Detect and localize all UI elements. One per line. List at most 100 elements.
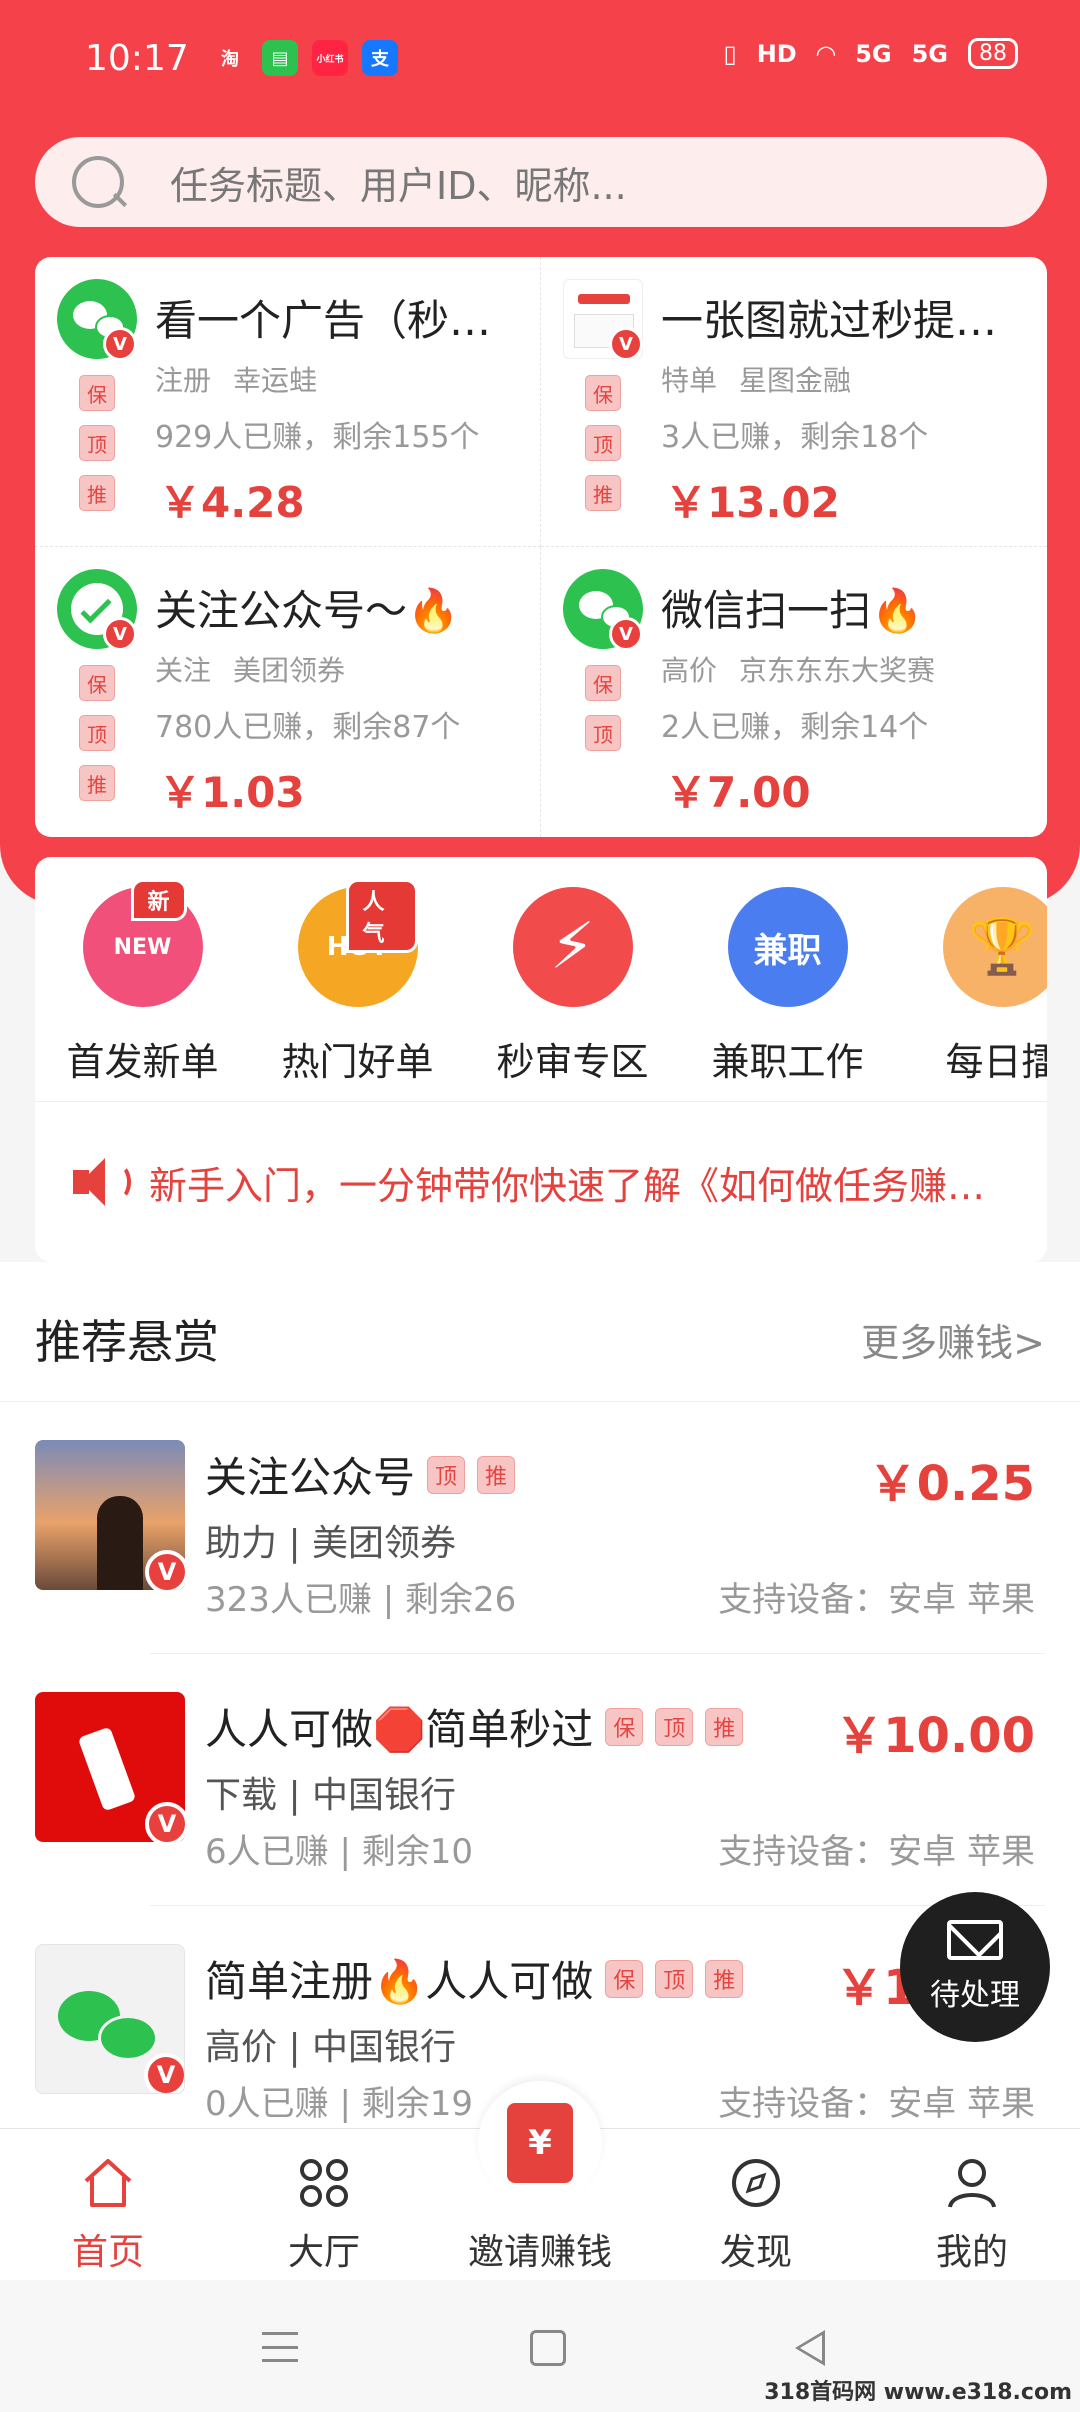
featured-task-card[interactable]: V 保 顶 推 看一个广告（秒下… 注册 幸运蛙 929人已赚，剩余155个 ￥4… [35, 257, 541, 547]
tab-hall[interactable]: 大厅 [216, 2129, 432, 2280]
speaker-icon [71, 1154, 131, 1210]
taobao-icon: 淘 [221, 49, 239, 70]
reward-title-text: 人人可做🛑简单秒过 [205, 1705, 594, 1754]
recommend-header: 推荐悬赏 更多赚钱> [0, 1262, 1080, 1402]
quick-entry-label: 首发新单 [66, 1040, 219, 1084]
system-nav-bar: 318首码网 www.e318.com [0, 2280, 1080, 2412]
section-title: 推荐悬赏 [35, 1315, 219, 1369]
watermark: 318首码网 www.e318.com [764, 2380, 1072, 2405]
reward-list-item[interactable]: V 人人可做🛑简单秒过 保 顶 推 ￥10.00 下载 | 中国银行 6人已赚 … [0, 1654, 1080, 1906]
reward-price: ￥0.25 [868, 1456, 1035, 1512]
tag-top: 顶 [655, 1707, 694, 1746]
reward-title-text: 简单注册🔥人人可做 [205, 1957, 594, 2006]
popular-badge: 人气 [345, 879, 418, 953]
task-meta: 高价 京东东东大奖赛 [661, 649, 935, 689]
verified-badge-icon: V [103, 617, 137, 651]
tab-mine[interactable]: 我的 [864, 2129, 1080, 2280]
notice-bar[interactable]: 新手入门，一分钟带你快速了解《如何做任务赚钱》 [35, 1102, 1047, 1262]
task-thumbnail: V [35, 1944, 185, 2094]
quick-entry-label: 兼职工作 [711, 1040, 864, 1084]
featured-task-card[interactable]: V 保 顶 微信扫一扫🔥 高价 京东东东大奖赛 2人已赚，剩余14个 ￥7.00 [541, 547, 1047, 837]
task-price: ￥4.28 [159, 478, 305, 527]
recent-apps-icon[interactable] [262, 2332, 298, 2362]
tab-label: 邀请赚钱 [467, 2232, 612, 2273]
tag-top: 顶 [79, 715, 115, 751]
quick-entry-part-time[interactable]: 兼职 兼职工作 [680, 887, 895, 1101]
reward-stats: 323人已赚 | 剩余26 [205, 1580, 517, 1620]
quick-entry-daily-ranking[interactable]: 🏆 每日擂 [895, 887, 1047, 1101]
battery-icon: 88 [968, 38, 1018, 69]
pending-float-button[interactable]: 待处理 [900, 1892, 1050, 2042]
alipay-icon: 支 [362, 40, 398, 76]
tag-top: 顶 [585, 715, 621, 751]
task-meta: 注册 幸运蛙 [155, 359, 317, 399]
notice-text: 新手入门，一分钟带你快速了解《如何做任务赚钱》 [149, 1163, 1019, 1208]
reward-devices: 支持设备：安卓 苹果 [718, 1580, 1035, 1620]
reward-stats: 6人已赚 | 剩余10 [205, 1832, 473, 1872]
task-category: 特单 [661, 364, 718, 397]
task-price: ￥7.00 [665, 768, 811, 817]
quick-entry-label: 每日擂 [945, 1040, 1047, 1084]
quick-entry-panel: NEW 新 首发新单 HOT 人气 热门好单 ⚡ 秒审专区 兼职 兼职工作 🏆 … [35, 857, 1047, 1262]
task-price: ￥1.03 [159, 768, 305, 817]
tab-discover[interactable]: 发现 [648, 2129, 864, 2280]
featured-task-card[interactable]: V 保 顶 推 一张图就过秒提… 特单 星图金融 3人已赚，剩余18个 ￥13.0… [541, 257, 1047, 547]
task-title: 关注公众号～🔥 [155, 586, 460, 635]
tab-invite[interactable]: ¥ 邀请赚钱 [432, 2081, 648, 2280]
reward-list-item[interactable]: V 关注公众号 顶 推 ￥0.25 助力 | 美团领券 323人已赚 | 剩余2… [0, 1402, 1080, 1654]
task-merchant: 幸运蛙 [233, 364, 318, 397]
tab-label: 发现 [719, 2232, 792, 2273]
quick-entry-new-orders[interactable]: NEW 新 首发新单 [35, 879, 250, 1101]
reward-title: 简单注册🔥人人可做 保 顶 推 [205, 1948, 744, 2009]
quick-entry-hot-orders[interactable]: HOT 人气 热门好单 [250, 879, 465, 1101]
reward-title: 人人可做🛑简单秒过 保 顶 推 [205, 1696, 744, 1757]
verified-badge-icon: V [609, 327, 643, 361]
tag-guarantee: 保 [605, 1707, 644, 1746]
verified-badge-icon: V [145, 1550, 185, 1590]
tag-guarantee: 保 [605, 1959, 644, 1998]
status-bar: 10:17 淘 ▤ 小红书 支 ▯ HD ◠ 5G 5G 88 [0, 0, 1080, 125]
reward-price: ￥10.00 [835, 1708, 1035, 1764]
status-time: 10:17 [85, 38, 189, 79]
quick-entries: NEW 新 首发新单 HOT 人气 热门好单 ⚡ 秒审专区 兼职 兼职工作 🏆 … [35, 857, 1047, 1102]
home-icon [84, 2159, 132, 2207]
home-nav-icon[interactable] [530, 2330, 566, 2366]
invite-button[interactable]: ¥ [478, 2081, 602, 2205]
quick-entry-label: 秒审专区 [496, 1040, 649, 1084]
reward-devices: 支持设备：安卓 苹果 [718, 1832, 1035, 1872]
compass-icon [732, 2159, 780, 2207]
more-link[interactable]: 更多赚钱> [861, 1312, 1045, 1367]
task-price: ￥13.02 [665, 478, 840, 527]
tab-label: 我的 [935, 2232, 1008, 2273]
verified-badge-icon: V [145, 1802, 185, 1842]
message-app-icon: ▤ [262, 40, 298, 76]
verified-badge-icon: V [103, 327, 137, 361]
vibrate-icon: ▯ [723, 39, 737, 68]
tag-recommend: 推 [79, 475, 115, 511]
wifi-icon: ◠ [816, 39, 836, 68]
verified-badge-icon: V [144, 2053, 184, 2093]
quick-entry-fast-review[interactable]: ⚡ 秒审专区 [465, 887, 680, 1101]
featured-task-card[interactable]: V 保 顶 推 关注公众号～🔥 关注 美团领券 780人已赚，剩余87个 ￥1.0… [35, 547, 541, 837]
task-merchant: 星图金融 [739, 364, 852, 397]
pending-label: 待处理 [930, 1978, 1020, 2013]
trophy-icon: 🏆 [942, 887, 1047, 1007]
task-meta: 特单 星图金融 [661, 359, 851, 399]
new-badge: 新 [130, 879, 187, 921]
tag-top: 顶 [79, 425, 115, 461]
tag-recommend: 推 [477, 1455, 516, 1494]
xiaohongshu-icon: 小红书 [312, 40, 348, 76]
tag-recommend: 推 [79, 765, 115, 801]
tab-home[interactable]: 首页 [0, 2129, 216, 2280]
search-bar[interactable]: 任务标题、用户ID、昵称... [35, 137, 1047, 227]
reward-title-text: 关注公众号 [205, 1453, 416, 1502]
tag-recommend: 推 [705, 1707, 744, 1746]
reward-desc: 高价 | 中国银行 [205, 2027, 457, 2068]
back-icon[interactable] [795, 2330, 825, 2366]
tag-top: 顶 [427, 1455, 466, 1494]
hd-icon: HD [756, 39, 797, 68]
task-title: 微信扫一扫🔥 [661, 586, 924, 635]
status-indicators: ▯ HD ◠ 5G 5G 88 [723, 38, 1018, 69]
user-icon [948, 2159, 996, 2208]
tag-guarantee: 保 [79, 665, 115, 701]
